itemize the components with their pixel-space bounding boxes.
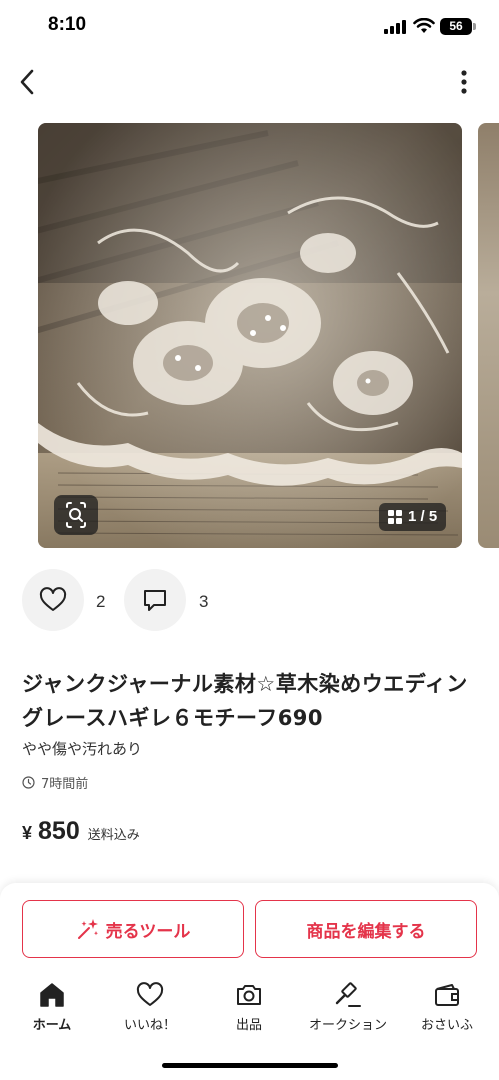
home-icon: [40, 983, 64, 1007]
item-price: 850: [38, 817, 80, 845]
posted-time-row: 7時間前: [22, 773, 88, 792]
comment-button[interactable]: [124, 569, 186, 631]
action-row: 2 3: [0, 569, 499, 633]
gavel-icon: [335, 982, 361, 1007]
wifi-icon: [413, 18, 435, 33]
tab-likes-label: いいね！: [123, 1018, 176, 1033]
comment-icon: [144, 590, 166, 611]
clock-icon: [22, 776, 35, 789]
currency-symbol: ¥: [22, 823, 33, 843]
image-carousel[interactable]: 1 / 5: [0, 123, 499, 549]
tab-auction[interactable]: オークション: [298, 980, 398, 1040]
like-count: 2: [96, 592, 106, 611]
tab-likes[interactable]: いいね！: [100, 980, 200, 1040]
battery-tip: [473, 23, 476, 30]
tab-home-label: ホーム: [32, 1018, 72, 1033]
product-photo[interactable]: [38, 123, 462, 548]
next-photo-preview[interactable]: [478, 123, 499, 548]
battery-indicator: 56: [440, 18, 472, 35]
heart-icon: [136, 982, 164, 1006]
status-time: 8:10: [48, 14, 87, 35]
status-bar: 8:10 56: [0, 0, 499, 54]
tab-auction-label: オークション: [308, 1018, 387, 1033]
camera-icon: [237, 985, 261, 1005]
item-title: ジャンクジャーナル素材☆草木染めウエディングレースハギレ６モチーフ690: [22, 672, 468, 730]
edit-item-label: 商品を編集する: [306, 921, 426, 942]
tab-sell-label: 出品: [235, 1018, 262, 1033]
tab-wallet-label: おさいふ: [420, 1018, 473, 1033]
home-indicator[interactable]: [162, 1063, 338, 1068]
grid-icon: [388, 510, 402, 524]
sell-tool-button[interactable]: 売るツール: [22, 900, 244, 958]
comment-count: 3: [199, 592, 209, 611]
more-options-icon[interactable]: [448, 66, 480, 98]
nav-bar: [0, 54, 499, 112]
posted-time: 7時間前: [41, 777, 89, 792]
tab-home[interactable]: ホーム: [2, 980, 102, 1040]
sell-tool-label: 売るツール: [105, 921, 191, 942]
zoom-button[interactable]: [54, 495, 98, 535]
sparkle-wand-icon: [77, 919, 98, 939]
back-arrow-icon[interactable]: [12, 66, 44, 98]
wallet-icon: [435, 984, 459, 1006]
tab-sell[interactable]: 出品: [199, 980, 299, 1040]
edit-item-button[interactable]: 商品を編集する: [255, 900, 477, 958]
signal-icon: [384, 20, 406, 34]
item-condition: やや傷や汚れあり: [22, 740, 143, 758]
like-button[interactable]: [22, 569, 84, 631]
zoom-search-icon: [66, 502, 86, 528]
tab-wallet[interactable]: おさいふ: [397, 980, 497, 1040]
price-row: ¥ 850 送料込み: [22, 817, 140, 846]
photo-counter-text: 1 / 5: [408, 508, 438, 525]
photo-counter: 1 / 5: [379, 503, 447, 531]
shipping-label: 送料込み: [87, 828, 140, 843]
heart-icon: [39, 587, 67, 611]
tab-bar: ホーム いいね！ 出品 オークション おさいふ: [0, 980, 499, 1040]
